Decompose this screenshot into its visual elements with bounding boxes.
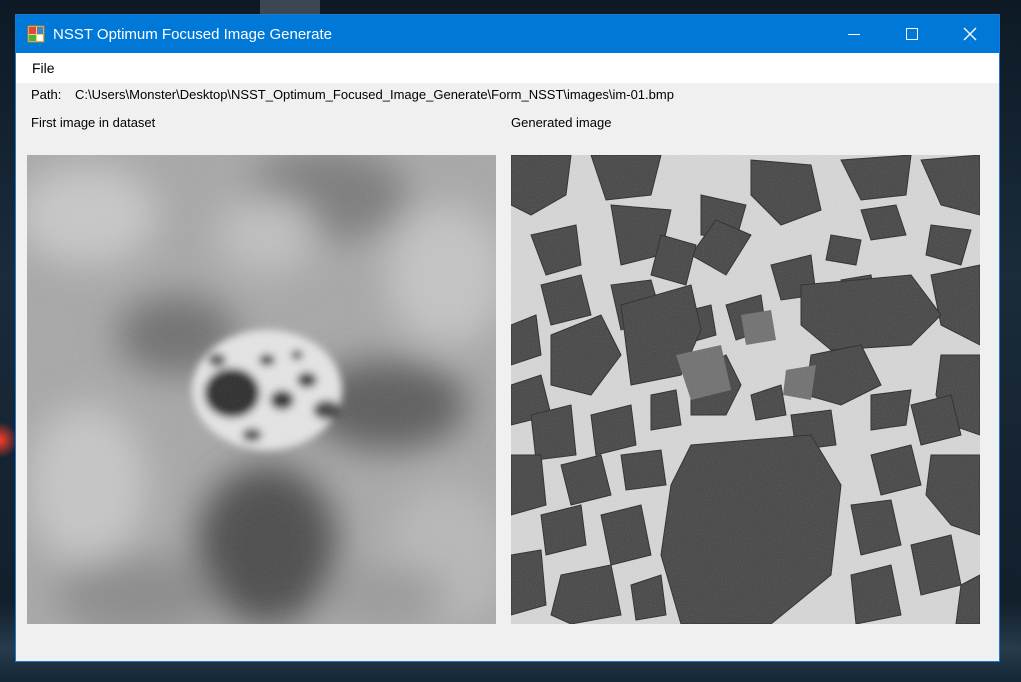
path-label: Path: bbox=[31, 87, 62, 102]
menu-file[interactable]: File bbox=[24, 53, 63, 83]
close-button[interactable] bbox=[941, 15, 999, 53]
maximize-icon bbox=[906, 28, 918, 40]
close-icon bbox=[963, 27, 977, 41]
first-image-picture bbox=[27, 155, 496, 624]
wallpaper-light bbox=[0, 420, 16, 460]
maximize-button[interactable] bbox=[883, 15, 941, 53]
app-window: NSST Optimum Focused Image Generate File… bbox=[15, 14, 1000, 662]
first-image-label: First image in dataset bbox=[31, 115, 156, 130]
title-bar[interactable]: NSST Optimum Focused Image Generate bbox=[16, 15, 999, 53]
path-row: Path: C:\Users\Monster\Desktop\NSST_Opti… bbox=[31, 87, 674, 102]
minimize-icon bbox=[848, 34, 860, 35]
path-value: C:\Users\Monster\Desktop\NSST_Optimum_Fo… bbox=[75, 87, 674, 102]
menu-bar: File bbox=[16, 53, 999, 83]
generated-image-label: Generated image bbox=[511, 115, 612, 130]
app-icon bbox=[27, 25, 45, 43]
window-title: NSST Optimum Focused Image Generate bbox=[53, 25, 333, 43]
minimize-button[interactable] bbox=[825, 15, 883, 53]
caption-buttons bbox=[825, 15, 999, 53]
generated-image-picture bbox=[511, 155, 980, 624]
wallpaper-top bbox=[260, 0, 320, 14]
